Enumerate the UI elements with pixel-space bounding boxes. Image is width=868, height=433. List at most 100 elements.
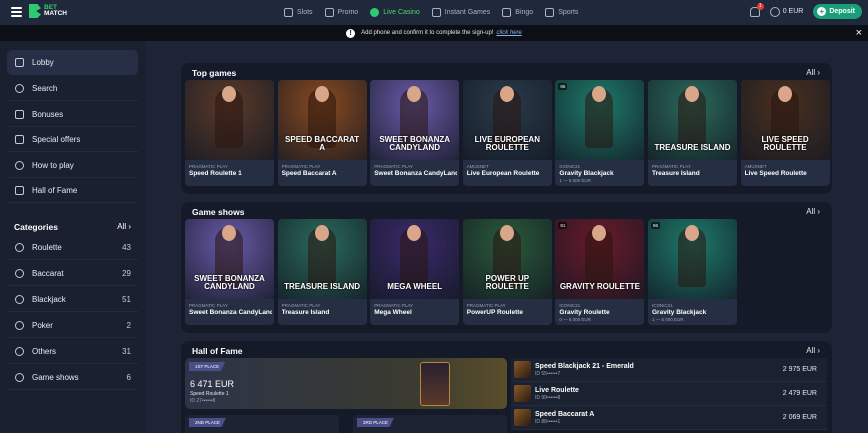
game-provider: PRAGMATIC PLAY <box>466 303 506 308</box>
signup-notice: ! Add phone and confirm it to complete t… <box>0 25 868 41</box>
nav-instant-games[interactable]: Instant Games <box>431 8 491 17</box>
game-name: Speed Baccarat A <box>281 170 337 177</box>
notifications-bell-icon[interactable]: 1 <box>749 2 764 17</box>
poker-icon <box>15 320 24 330</box>
menu-icon[interactable] <box>11 7 22 17</box>
nav-label: Bingo <box>515 9 534 16</box>
hof-list: Speed Blackjack 21 - Emerald ID 55••••••7… <box>511 358 827 430</box>
game-provider: AMUSNET <box>466 164 489 169</box>
category-game-shows[interactable]: Game shows 6 <box>7 365 138 390</box>
sidebar-item-search[interactable]: Search <box>7 76 138 101</box>
hof-list-row[interactable]: Live Roulette ID 99••••••8 2 479 EUR <box>511 382 827 406</box>
players-badge: 86 <box>651 222 661 229</box>
hof-row-game: Live Roulette <box>535 386 579 394</box>
game-name: Live Speed Roulette <box>744 170 807 177</box>
game-provider: PRAGMATIC PLAY <box>374 164 414 169</box>
game-logo-art: LIVE EUROPEAN ROULETTE <box>474 135 540 152</box>
deposit-button[interactable]: + Deposit <box>813 4 862 19</box>
game-card[interactable]: LIVE SPEED ROULETTE AMUSNET Live Speed Rou… <box>740 80 830 186</box>
hof-list-row[interactable]: Speed Baccarat A ID 88••••••1 2 069 EUR <box>511 406 827 430</box>
nav-promo[interactable]: Promo <box>324 8 358 17</box>
game-name: Gravity Roulette <box>559 309 610 316</box>
game-card[interactable]: 86 ICONIC21 Gravity Blackjack 1 — 5 000 EUR <box>648 219 737 325</box>
hall-of-fame-all-link[interactable]: All › <box>806 346 820 355</box>
game-thumbnail: LIVE SPEED ROULETTE <box>740 80 830 160</box>
nav-sports[interactable]: Sports <box>545 8 578 17</box>
balance-amount: 0 EUR <box>782 8 804 15</box>
game-card[interactable]: PRAGMATIC PLAY Speed Roulette 1 <box>185 80 274 186</box>
game-name: Mega Wheel <box>374 309 412 316</box>
category-count: 6 <box>126 372 131 382</box>
deposit-label: Deposit <box>829 8 855 15</box>
game-shows-all-link[interactable]: All › <box>806 207 820 216</box>
close-icon[interactable]: × <box>856 27 862 39</box>
sidebar-item-special-offers[interactable]: Special offers <box>7 127 138 152</box>
top-games-all-link[interactable]: All › <box>806 68 820 77</box>
game-card[interactable]: POWER UP ROULETTE PRAGMATIC PLAY PowerUP R… <box>462 219 552 325</box>
game-name: Treasure Island <box>281 309 330 316</box>
alert-icon: ! <box>346 28 356 38</box>
top-nav: Slots Promo Live Casino Instant Games Bingo S… <box>284 0 578 25</box>
category-count: 31 <box>122 346 131 356</box>
hof-second-place-card[interactable]: 2ND PLACE <box>185 415 339 433</box>
sidebar-item-bonuses[interactable]: Bonuses <box>7 102 138 127</box>
game-thumbnail: SPEED BACCARAT A <box>277 80 367 160</box>
categories-all-link[interactable]: All › <box>117 222 131 232</box>
dealer-figure <box>678 86 706 148</box>
category-blackjack[interactable]: Blackjack 51 <box>7 287 138 312</box>
blackjack-icon <box>15 294 24 304</box>
game-thumbnail: LIVE EUROPEAN ROULETTE <box>462 80 552 160</box>
sidebar-item-how-to-play[interactable]: How to play <box>7 153 138 178</box>
game-provider: ICONIC21 <box>559 303 581 308</box>
winner-game-thumbnail <box>420 362 450 406</box>
category-poker[interactable]: Poker 2 <box>7 313 138 338</box>
search-icon <box>15 83 24 93</box>
sidebar-item-hall-of-fame[interactable]: Hall of Fame <box>7 178 138 203</box>
nav-live-casino[interactable]: Live Casino <box>370 8 420 17</box>
game-card[interactable]: TREASURE ISLAND PRAGMATIC PLAY Treasure Is… <box>277 219 367 325</box>
winner-thumbnail <box>514 409 531 426</box>
notice-link[interactable]: click here <box>497 30 522 36</box>
game-card[interactable]: 81 GRAVITY ROULETTE ICONIC21 Gravity Roulet… <box>555 219 645 325</box>
game-logo-art: GRAVITY ROULETTE <box>559 282 640 291</box>
hof-third-place-card[interactable]: 3RD PLACE <box>353 415 507 433</box>
nav-slots[interactable]: Slots <box>284 8 313 17</box>
help-icon <box>15 160 24 170</box>
hof-first-place-card[interactable]: 1ST PLACE 6 471 EUR Speed Roulette 1 ID … <box>185 358 507 409</box>
category-label: Poker <box>32 320 53 330</box>
game-card[interactable]: MEGA WHEEL PRAGMATIC PLAY Mega Wheel <box>370 219 460 325</box>
game-name: Live European Roulette <box>466 170 540 177</box>
game-card[interactable]: 86 ICONIC21 Gravity Blackjack 1 — 5 000 EUR <box>555 80 645 186</box>
top-games-title: Top games <box>192 68 237 78</box>
home-icon <box>15 58 24 67</box>
game-logo-art: MEGA WHEEL <box>387 282 443 291</box>
game-limit: 1 — 5 000 EUR <box>559 178 591 183</box>
sidebar-item-lobby[interactable]: Lobby <box>7 50 138 75</box>
game-card[interactable]: LIVE EUROPEAN ROULETTE AMUSNET Live Europe… <box>462 80 552 186</box>
category-others[interactable]: Others 31 <box>7 339 138 364</box>
trophy-icon <box>15 185 24 195</box>
hof-list-row[interactable]: Speed Blackjack 21 - Emerald ID 55••••••7… <box>511 358 827 382</box>
game-card[interactable]: SWEET BONANZA CANDYLAND PRAGMATIC PLAY Swe… <box>370 80 460 186</box>
hof-row-id: ID 88••••••1 <box>535 418 561 425</box>
balance[interactable]: 0 EUR <box>769 6 804 17</box>
game-thumbnail: TREASURE ISLAND <box>648 80 737 160</box>
nav-bingo[interactable]: Bingo <box>502 8 533 17</box>
game-card[interactable]: TREASURE ISLAND PRAGMATIC PLAY Treasure Is… <box>648 80 737 186</box>
category-baccarat[interactable]: Baccarat 29 <box>7 261 138 286</box>
game-card[interactable]: SWEET BONANZA CANDYLAND PRAGMATIC PLAY Swe… <box>185 219 274 325</box>
players-badge: 86 <box>558 83 568 90</box>
hof-row-id: ID 99••••••8 <box>535 394 561 401</box>
game-provider: PRAGMATIC PLAY <box>281 303 321 308</box>
game-shows-icon <box>15 372 24 382</box>
game-provider: PRAGMATIC PLAY <box>374 303 414 308</box>
game-card[interactable]: SPEED BACCARAT A PRAGMATIC PLAY Speed Bacc… <box>277 80 367 186</box>
roulette-icon <box>15 242 24 252</box>
category-roulette[interactable]: Roulette 43 <box>7 235 138 260</box>
user-icon <box>769 6 780 17</box>
nav-label: Instant Games <box>444 9 491 16</box>
game-name: Sweet Bonanza CandyLand <box>189 309 272 316</box>
game-thumbnail: 86 <box>648 219 737 299</box>
brand-logo[interactable]: BET MATCH <box>29 4 67 18</box>
top-games-section: Top games All › PRAGMATIC PLAY Speed Roul… <box>181 63 832 194</box>
